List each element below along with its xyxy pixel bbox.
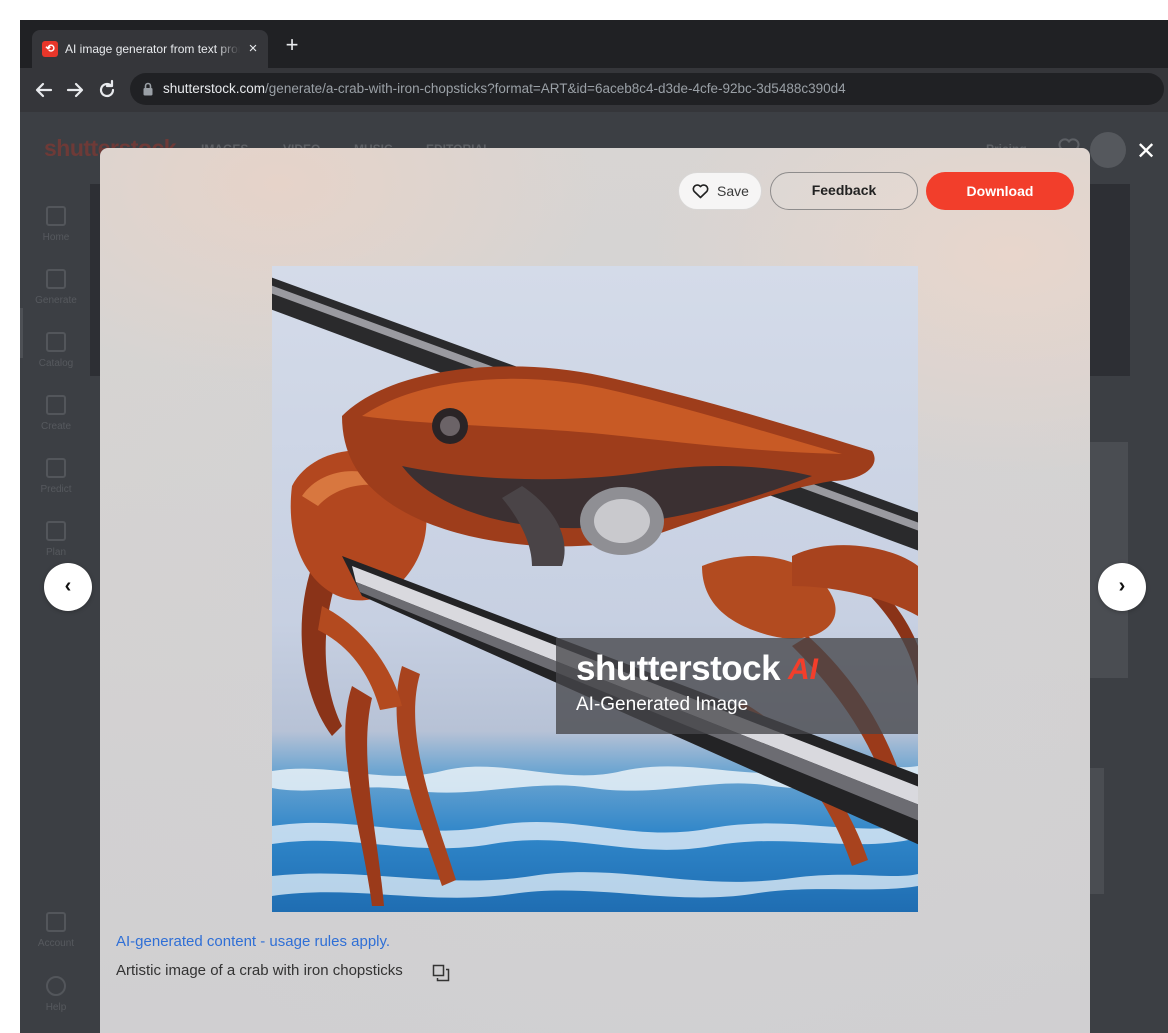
plan-icon [46,521,66,541]
avatar[interactable] [1090,132,1126,168]
sidebar-item-label: Home [42,232,70,243]
download-button[interactable]: Download [926,172,1074,210]
lock-icon [143,82,153,96]
browser-window: ⟲ AI image generator from text prompt × … [20,20,1168,1033]
tab-title: AI image generator from text prompt [65,40,240,58]
sidebar-item-label: Generate [35,295,77,306]
catalog-icon [46,332,66,352]
watermark-subtitle: AI-Generated Image [576,694,749,715]
next-image-button[interactable]: › [1098,563,1146,611]
sidebar-item-label: Predict [40,484,72,495]
previous-image-button[interactable]: ‹ [44,563,92,611]
address-bar[interactable]: shutterstock.com/generate/a-crab-with-ir… [130,73,1164,105]
sidebar-item-predict[interactable]: Predict [20,444,92,504]
watermark-overlay: shutterstock AI AI-Generated Image [556,638,918,734]
reload-icon[interactable] [95,78,119,102]
new-tab-button[interactable]: + [282,34,302,56]
generated-image: shutterstock AI AI-Generated Image [272,266,918,912]
predict-icon [46,458,66,478]
back-arrow-icon[interactable] [32,78,56,102]
sidebar-item-create[interactable]: Create [20,381,92,441]
tab-strip: ⟲ AI image generator from text prompt × … [20,20,1168,68]
sidebar-item-label: Create [40,421,71,432]
background-card [1090,768,1104,894]
crab-artwork [272,277,918,906]
heart-icon [692,184,709,199]
browser-toolbar: shutterstock.com/generate/a-crab-with-ir… [20,68,1168,112]
generate-icon [46,269,66,289]
image-preview-modal: Save Feedback Download shutterstock AI A… [100,148,1090,1033]
account-icon [46,912,66,932]
sidebar-item-label: Account [37,938,75,949]
save-label: Save [717,183,749,199]
watermark-logo: shutterstock [576,649,781,688]
tab-active[interactable]: ⟲ AI image generator from text prompt × [32,30,268,68]
sidebar-item-label: Catalog [38,358,74,369]
save-button[interactable]: Save [678,172,762,210]
copy-icon[interactable] [432,964,450,982]
watermark-ai-mark: AI [788,653,818,686]
sidebar-item-help[interactable]: Help [20,962,92,1022]
url-host: shutterstock.com [163,81,266,96]
close-modal-icon[interactable]: ✕ [1134,140,1158,164]
url-text: shutterstock.com/generate/a-crab-with-ir… [163,80,846,98]
sidebar-item-account[interactable]: Account [20,898,92,958]
background-card [1090,442,1128,678]
create-icon [46,395,66,415]
sidebar-item-catalog[interactable]: Catalog [20,318,92,378]
sidebar-item-label: Plan [45,547,66,558]
feedback-button[interactable]: Feedback [770,172,918,210]
usage-rules-link[interactable]: AI-generated content - usage rules apply… [116,932,390,952]
sidebar-item-plan[interactable]: Plan [20,507,92,567]
home-icon [46,206,66,226]
shutterstock-favicon-icon: ⟲ [42,41,58,57]
sidebar-item-label: Help [45,1002,67,1013]
tab-close-icon[interactable]: × [244,40,262,58]
forward-arrow-icon[interactable] [63,78,87,102]
url-path: /generate/a-crab-with-iron-chopsticks?fo… [265,81,846,96]
image-caption: Artistic image of a crab with iron chops… [116,962,403,979]
sidebar-item-home[interactable]: Home [20,192,92,252]
help-icon [46,976,66,996]
sidebar-item-generate[interactable]: Generate [20,255,92,315]
